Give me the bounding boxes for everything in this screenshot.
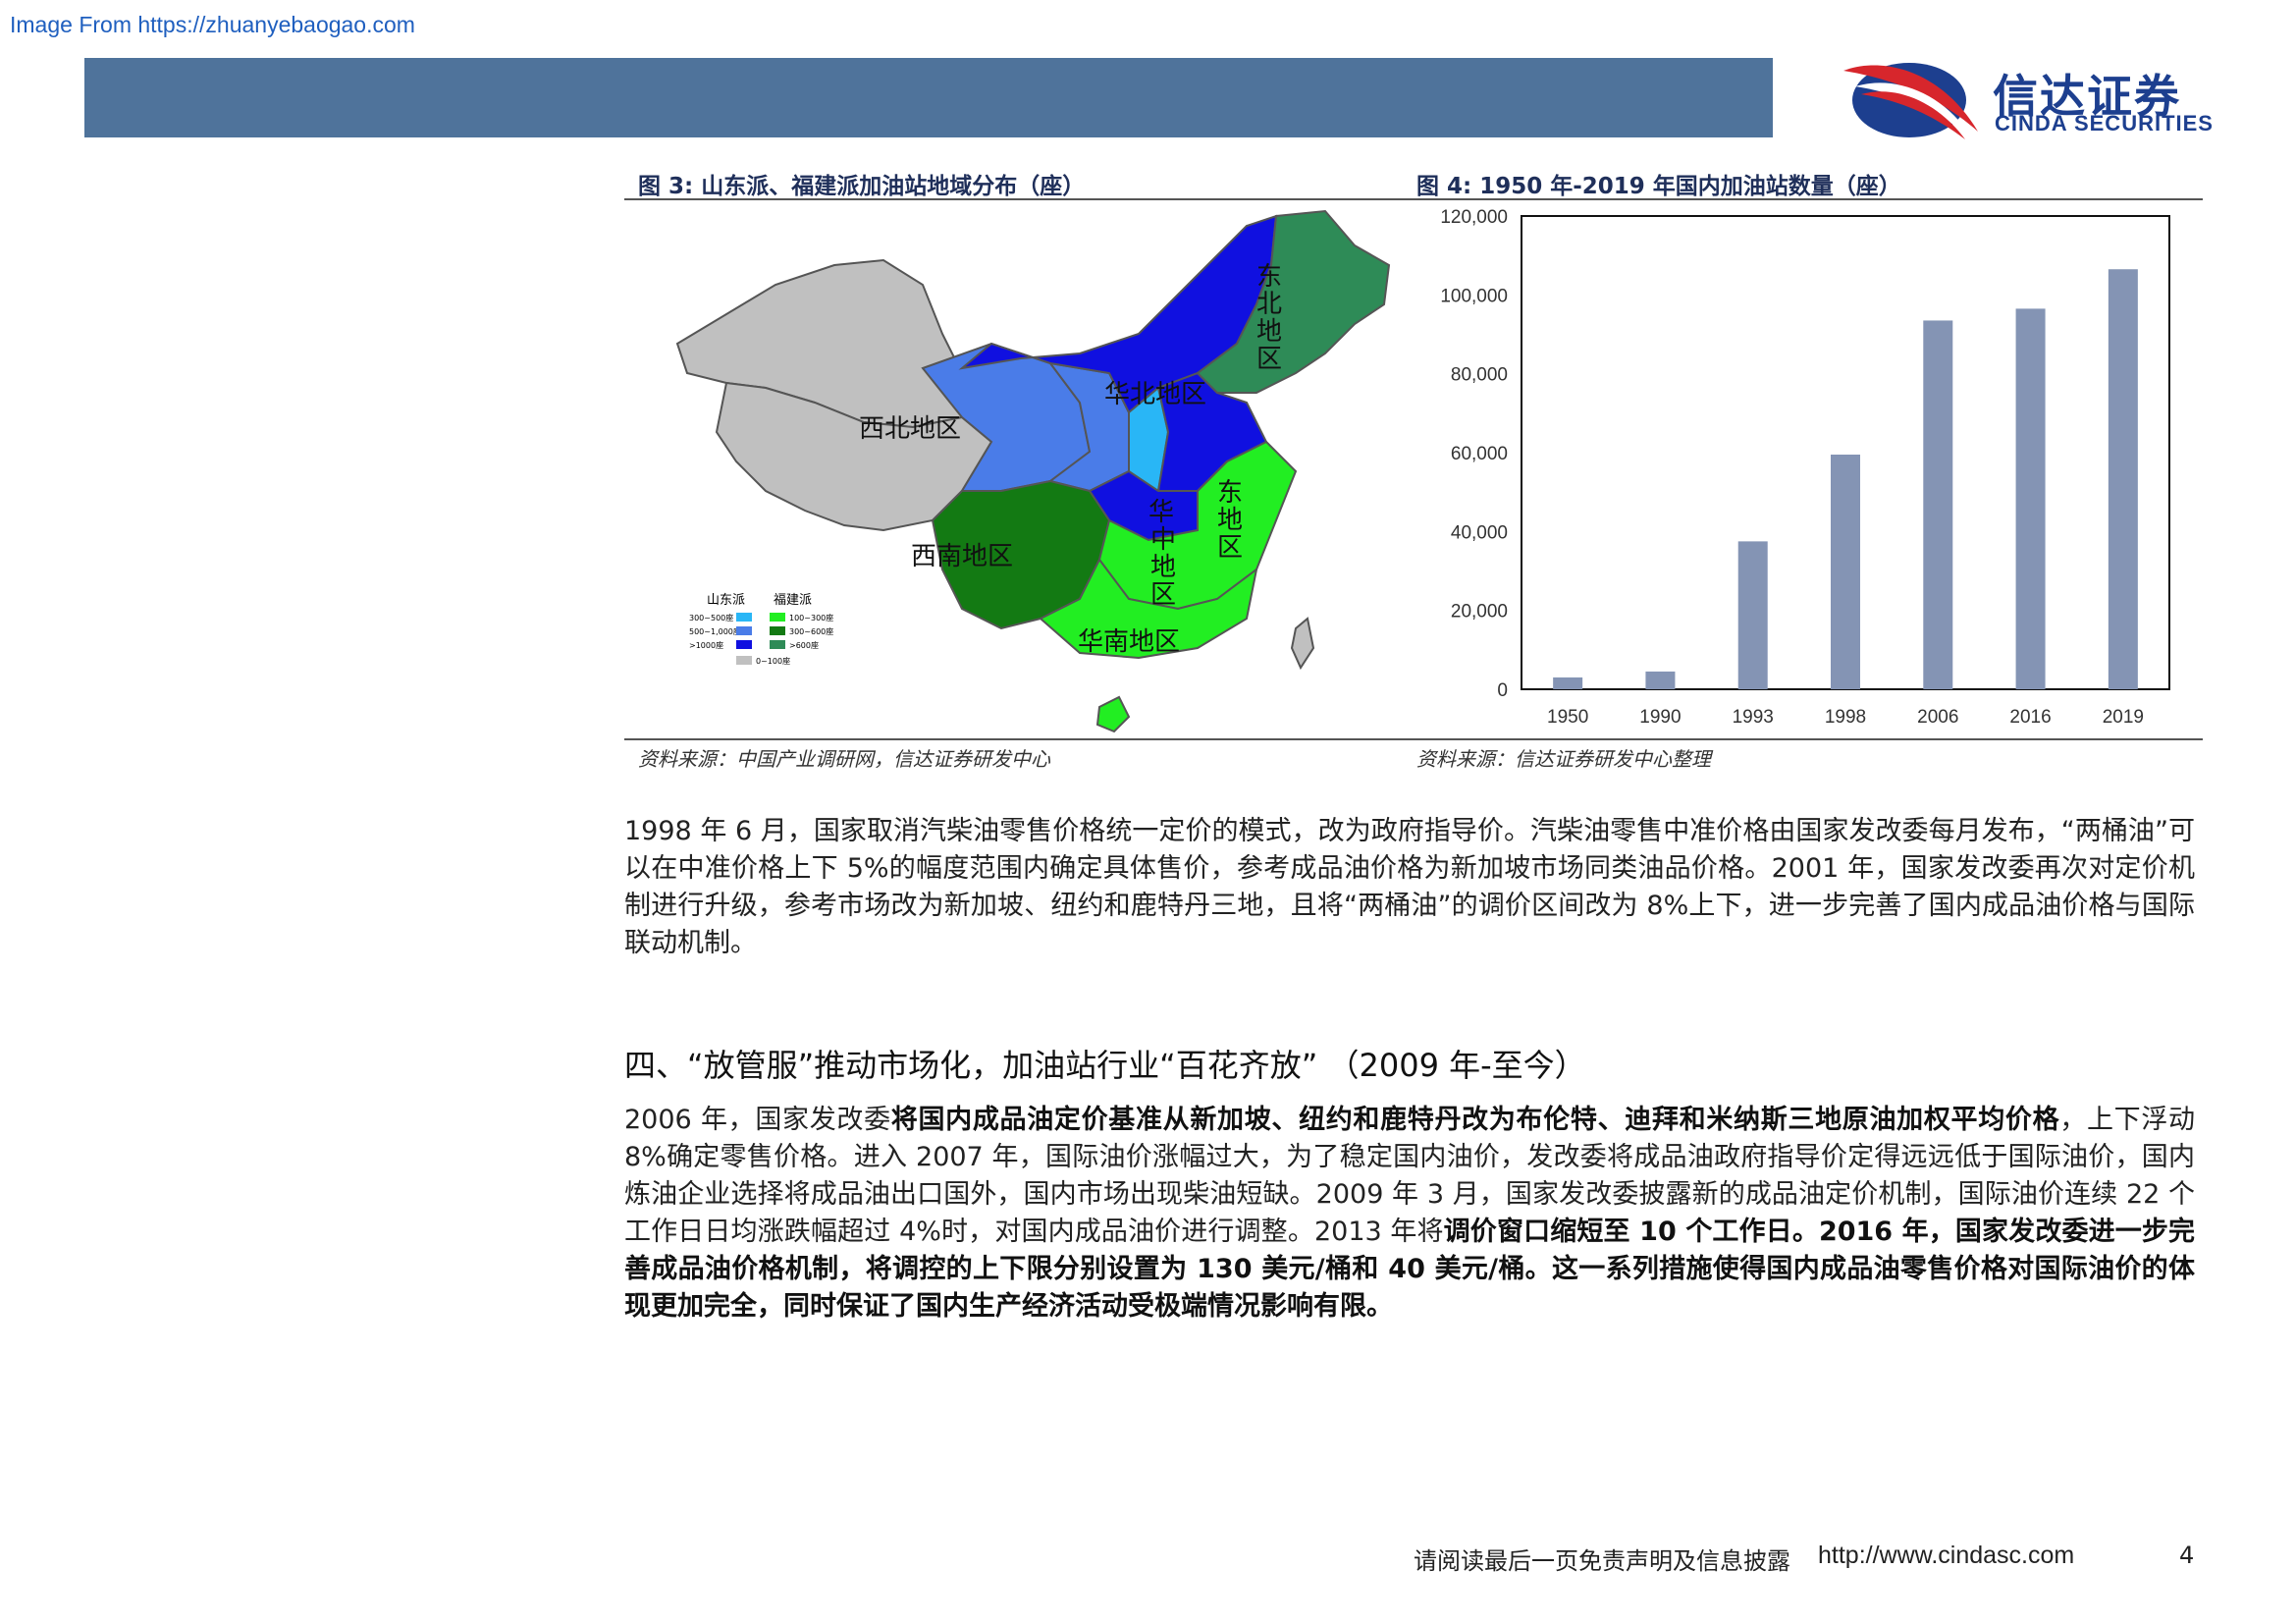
figure3-title: 图 3: 山东派、福建派加油站地域分布（座） [638, 174, 1086, 199]
legend-fj-3: >600座 [789, 640, 819, 650]
legend-fj-1: 100~300座 [789, 613, 833, 623]
legend-swatch-sd-mid [736, 626, 752, 635]
x-tick-label-1998: 1998 [1825, 707, 1866, 728]
legend-swatch-other [736, 656, 752, 665]
header-bar [84, 58, 1773, 137]
label-east-3: 区 [1217, 533, 1243, 563]
label-central-1: 华 [1148, 498, 1174, 527]
gas-station-count-chart: 0 20,000 40,000 60,000 80,000 100,000 120,000 1… [1404, 201, 2189, 741]
x-tick-label-2006: 2006 [1917, 707, 1958, 728]
figure3-source: 资料来源：中国产业调研网，信达证券研发中心 [638, 747, 1050, 771]
figure4-source: 资料来源：信达证券研发中心整理 [1416, 747, 1711, 771]
paragraph-1: 1998 年 6 月，国家取消汽柴油零售价格统一定价的模式，改为政府指导价。汽柴… [624, 816, 2195, 958]
footer-disclaimer[interactable]: 请阅读最后一页免责声明及信息披露 [1414, 1542, 1790, 1576]
y-tick-label: 0 [1497, 680, 1508, 701]
watermark-text[interactable]: Image From https://zhuanyebaogao.com [10, 12, 415, 38]
bar-chart-svg: 0 20,000 40,000 60,000 80,000 100,000 120,000 1… [1440, 207, 2170, 728]
y-tick-label: 100,000 [1440, 286, 1508, 306]
bar-2006 [1923, 320, 1953, 689]
label-northeast-3: 地 [1256, 317, 1282, 347]
label-east-1: 东 [1217, 478, 1243, 508]
x-tick-label-1950: 1950 [1547, 707, 1588, 728]
legend-swatch-sd-low [736, 613, 752, 622]
legend-swatch-sd-high [736, 640, 752, 649]
legend-fj-2: 300~600座 [789, 626, 833, 636]
legend-swatch-fj-high [770, 640, 785, 649]
x-tick-label-1990: 1990 [1639, 707, 1681, 728]
legend-other: 0~100座 [756, 656, 790, 666]
bar-1950 [1553, 677, 1583, 689]
footer-url[interactable]: http://www.cindasc.com [1818, 1542, 2074, 1570]
label-central-2: 中 [1150, 525, 1176, 555]
legend-sd-2: 500~1,000座 [689, 626, 741, 636]
paragraph-2-text-1: 2006 年，国家发改委 [624, 1105, 891, 1135]
label-northwest: 西北地区 [859, 414, 961, 444]
x-tick-label-2019: 2019 [2103, 707, 2144, 728]
cinda-logo: 信达证券 CINDA SECURITIES [1836, 53, 2248, 141]
y-tick-label: 60,000 [1451, 444, 1508, 464]
bar-2019 [2108, 269, 2138, 689]
label-south: 华南地区 [1078, 627, 1180, 657]
region-taiwan [1290, 617, 1315, 671]
y-tick-label: 120,000 [1440, 207, 1508, 228]
y-tick-label: 20,000 [1451, 602, 1508, 623]
legend-swatch-fj-mid [770, 626, 785, 635]
label-central-3: 地 [1150, 553, 1176, 582]
x-tick-label-2016: 2016 [2009, 707, 2051, 728]
legend-sd-1: 300~500座 [689, 613, 733, 623]
logo-english-name: CINDA SECURITIES [1995, 111, 2214, 135]
paragraph-2-bold-1: 将国内成品油定价基准从新加坡、纽约和鹿特丹改为布伦特、迪拜和米纳斯三地原油加权平… [890, 1105, 2060, 1135]
china-map: 东 北 地 区 华北地区 西北地区 东 地 区 华 中 地 区 西南地区 华南地… [675, 209, 1391, 733]
figure-top-rule [624, 198, 2203, 200]
bar-1998 [1831, 455, 1860, 689]
page-number: 4 [2179, 1542, 2195, 1569]
figure4-title: 图 4: 1950 年-2019 年国内加油站数量（座） [1416, 174, 1901, 199]
legend-fujian-title: 福建派 [774, 593, 812, 608]
bar-2016 [2015, 308, 2046, 689]
legend-sd-3: >1000座 [689, 640, 723, 650]
legend-shandong-title: 山东派 [707, 593, 745, 608]
region-xinjiang [675, 258, 963, 429]
region-hainan [1095, 695, 1131, 733]
cinda-logo-icon [1843, 63, 1978, 139]
label-northeast-2: 北 [1256, 290, 1282, 319]
china-map-figure: 东 北 地 区 华北地区 西北地区 东 地 区 华 中 地 区 西南地区 华南地… [667, 206, 1394, 744]
y-tick-label: 80,000 [1451, 365, 1508, 386]
paragraph-2: 2006 年，国家发改委将国内成品油定价基准从新加坡、纽约和鹿特丹改为布伦特、迪… [624, 1102, 2195, 1326]
label-northeast-1: 东 [1256, 262, 1282, 292]
label-northeast-4: 区 [1256, 345, 1282, 374]
bar-1993 [1737, 541, 1768, 689]
section-heading: 四、“放管服”推动市场化，加油站行业“百花齐放” （2009 年-至今） [624, 1047, 1586, 1084]
map-legend: 山东派 福建派 300~500座 100~300座 500~1,000座 300… [689, 593, 833, 666]
bar-1990 [1645, 671, 1676, 689]
label-north: 华北地区 [1104, 380, 1206, 409]
label-central-4: 区 [1150, 580, 1176, 610]
label-east-2: 地 [1217, 506, 1243, 535]
y-tick-label: 40,000 [1451, 522, 1508, 543]
label-southwest: 西南地区 [911, 542, 1013, 571]
x-tick-label-1993: 1993 [1733, 707, 1774, 728]
legend-swatch-fj-low [770, 613, 785, 622]
